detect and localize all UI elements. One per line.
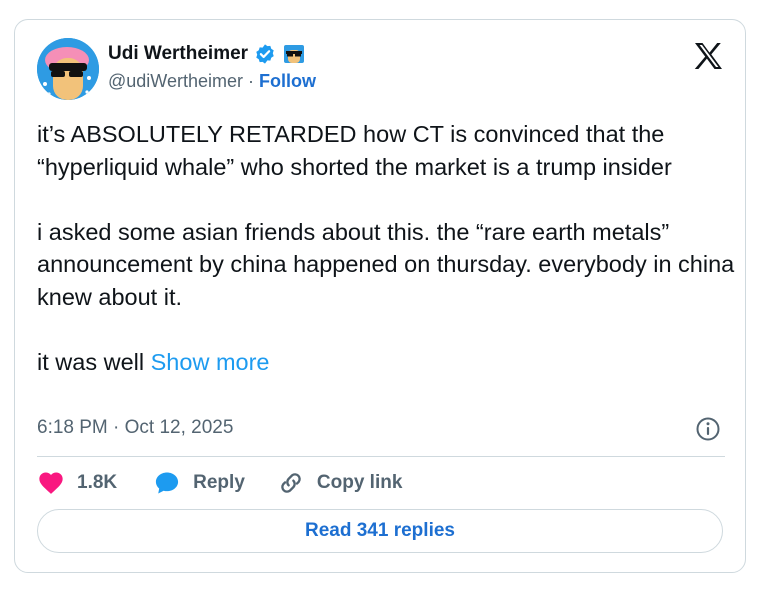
author-handle-row: @udiWertheimer · Follow xyxy=(108,71,316,92)
link-icon xyxy=(281,473,301,493)
author-name-row: Udi Wertheimer xyxy=(108,43,306,65)
tweet-paragraph: i asked some asian friends about this. t… xyxy=(37,218,735,310)
sunglasses-avatar-icon xyxy=(284,45,305,63)
tweet-paragraph-text: it was well xyxy=(37,348,145,375)
divider xyxy=(37,456,725,457)
tweet-body: it’s ABSOLUTELY RETARDED how CT is convi… xyxy=(37,118,737,378)
info-icon[interactable] xyxy=(695,416,721,442)
follow-button[interactable]: Follow xyxy=(259,71,316,91)
copy-link-label: Copy link xyxy=(316,472,403,493)
action-bar: 1.8K Reply Copy link xyxy=(37,469,402,497)
avatar-image xyxy=(37,38,99,100)
reply-label: Reply xyxy=(193,472,245,493)
show-more-link[interactable]: Show more xyxy=(151,349,270,375)
avatar[interactable] xyxy=(37,38,99,100)
like-button[interactable]: 1.8K xyxy=(37,469,117,497)
speech-bubble-icon xyxy=(156,472,179,494)
like-count: 1.8K xyxy=(77,472,118,493)
read-replies-button[interactable]: Read 341 replies xyxy=(37,509,723,553)
reply-button[interactable]: Reply xyxy=(153,469,245,497)
x-logo-icon[interactable] xyxy=(693,42,723,70)
tweet-paragraph-truncated: it was well Show more xyxy=(37,346,737,379)
author-name[interactable]: Udi Wertheimer xyxy=(108,43,248,65)
copy-link-button[interactable]: Copy link xyxy=(277,469,403,497)
tweet-card: Udi Wertheimer @udiWertheimer · Follow i… xyxy=(14,19,746,573)
tweet-timestamp[interactable]: 6:18 PM · Oct 12, 2025 xyxy=(37,417,233,439)
verified-badge-icon xyxy=(256,44,274,64)
author-handle[interactable]: @udiWertheimer xyxy=(108,71,243,91)
handle-separator: · xyxy=(248,71,254,91)
heart-icon xyxy=(39,472,63,494)
tweet-paragraph: it’s ABSOLUTELY RETARDED how CT is convi… xyxy=(37,121,672,180)
